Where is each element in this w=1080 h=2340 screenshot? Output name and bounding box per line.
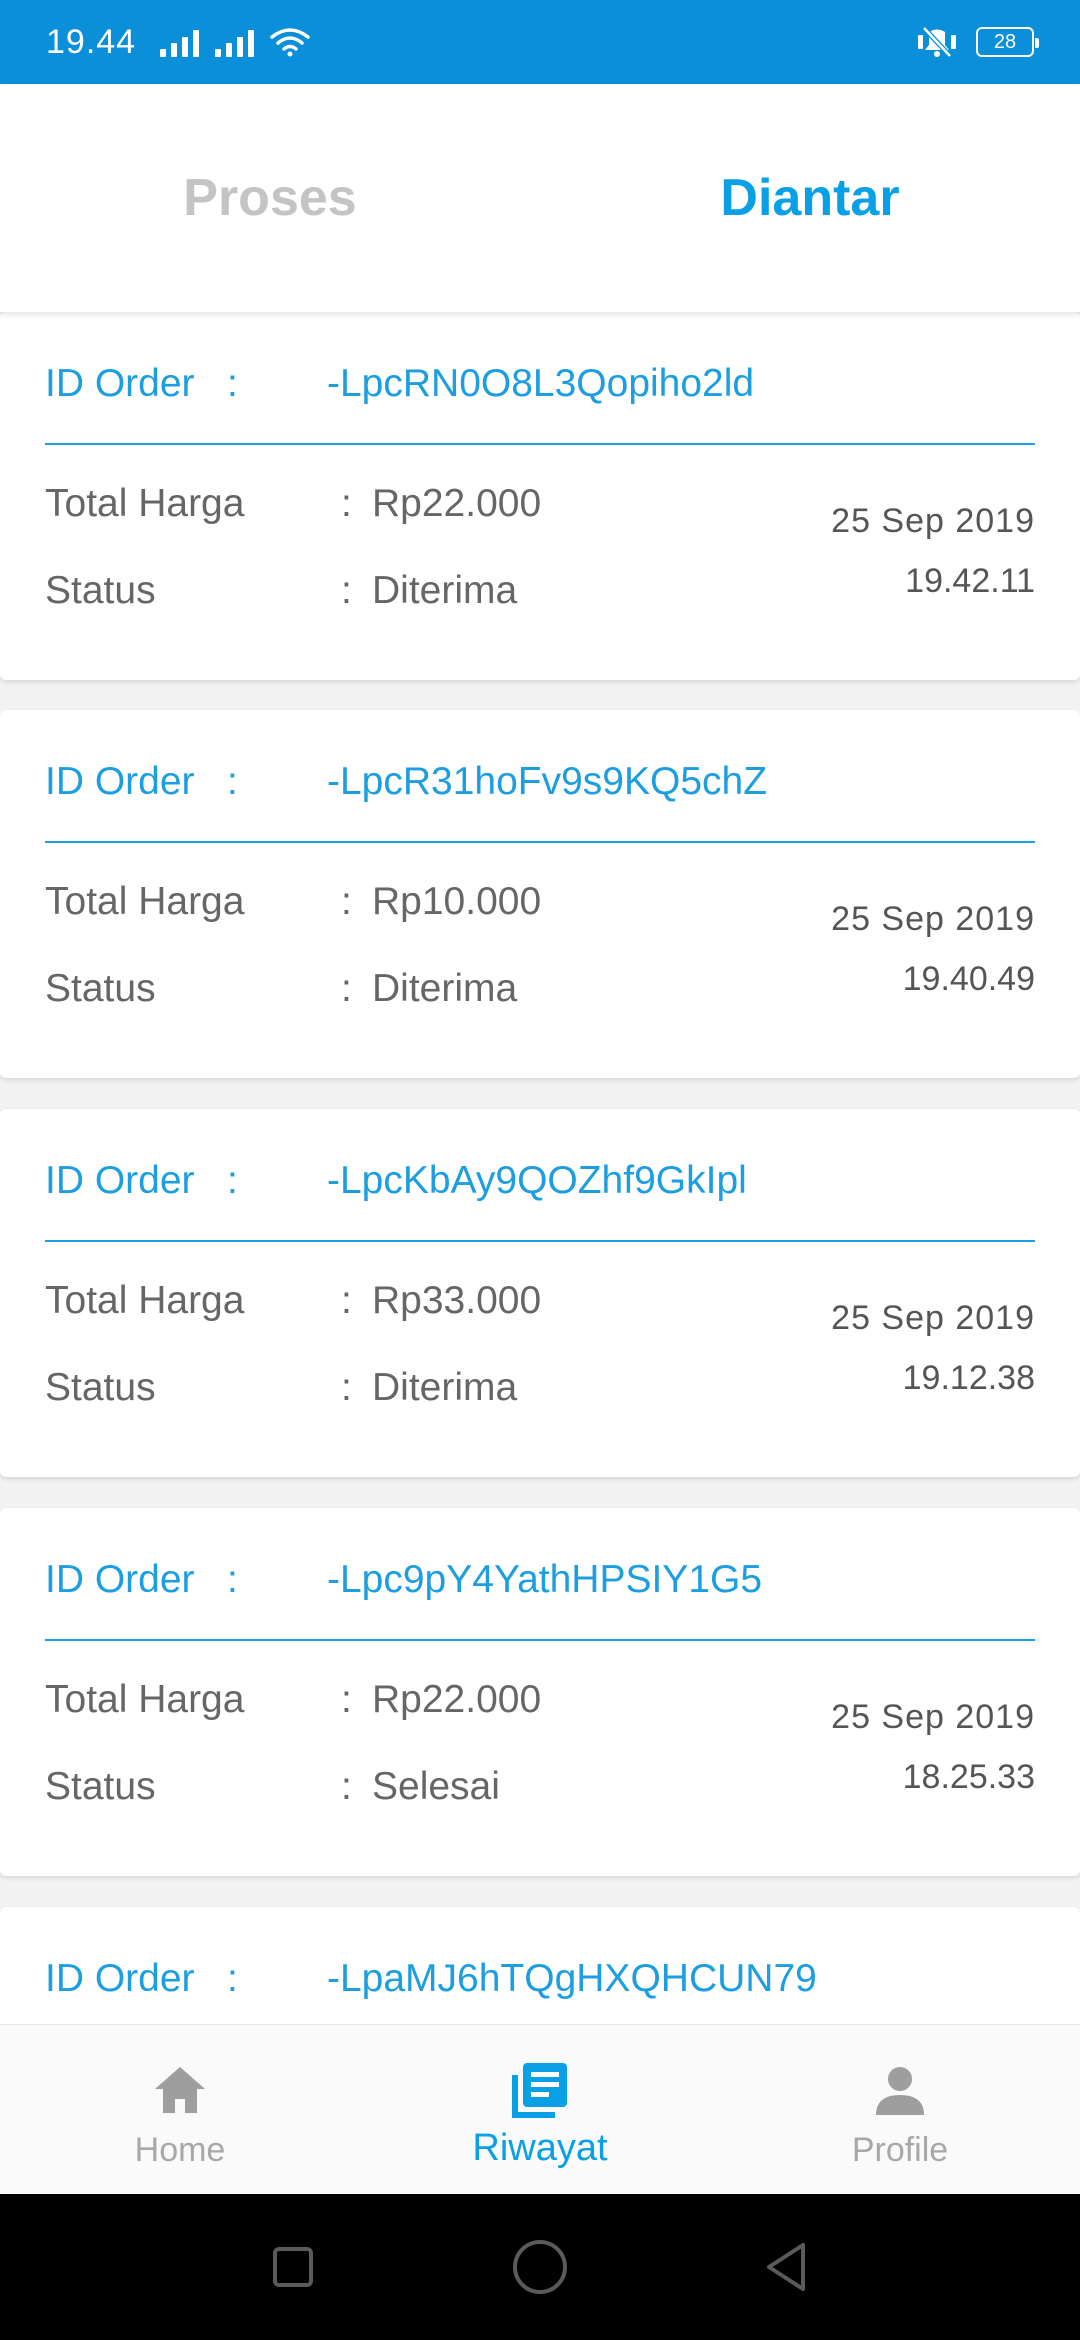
order-card[interactable]: ID Order : -LpaMJ6hTQgHXQHCUN79 xyxy=(0,1907,1080,2024)
order-id-label: ID Order : xyxy=(45,1957,238,2000)
status-label: Status xyxy=(45,569,156,612)
total-value: Rp10.000 xyxy=(372,880,542,923)
back-icon[interactable] xyxy=(757,2237,817,2297)
order-id-row: ID Order : -LpcRN0O8L3Qopiho2ld xyxy=(45,362,754,406)
order-id-value: -LpcR31hoFv9s9KQ5chZ xyxy=(327,760,768,803)
colon: : xyxy=(341,1765,352,1808)
status-label: Status xyxy=(45,1765,156,1808)
colon: : xyxy=(341,967,352,1010)
status-right: 28 xyxy=(916,25,1039,59)
bottom-nav: Home Riwayat Profile xyxy=(0,2024,1080,2194)
total-row: Total Harga : Rp10.000 xyxy=(45,880,541,924)
order-card[interactable]: ID Order : -LpcR31hoFv9s9KQ5chZ Total Ha… xyxy=(0,710,1080,1078)
total-value: Rp33.000 xyxy=(372,1279,542,1322)
colon: : xyxy=(341,1678,352,1721)
home-button-icon[interactable] xyxy=(510,2237,570,2297)
order-id-value: -Lpc9pY4YathHPSIY1G5 xyxy=(327,1558,763,1601)
status-row: Status : Diterima xyxy=(45,569,517,613)
total-label: Total Harga xyxy=(45,880,245,923)
nav-riwayat-label: Riwayat xyxy=(472,2127,608,2169)
signal-icon xyxy=(160,27,200,57)
colon: : xyxy=(341,1279,352,1322)
total-value: Rp22.000 xyxy=(372,482,542,525)
status-time: 19.44 xyxy=(46,22,137,61)
status-value: Diterima xyxy=(372,569,518,612)
order-card[interactable]: ID Order : -LpcRN0O8L3Qopiho2ld Total Ha… xyxy=(0,312,1080,680)
wifi-icon xyxy=(270,28,310,57)
status-value: Selesai xyxy=(372,1765,500,1808)
colon: : xyxy=(341,569,352,612)
order-id-label: ID Order : xyxy=(45,362,238,405)
colon: : xyxy=(341,880,352,923)
total-row: Total Harga : Rp33.000 xyxy=(45,1279,541,1323)
order-id-value: -LpcRN0O8L3Qopiho2ld xyxy=(327,362,755,405)
recents-icon[interactable] xyxy=(263,2237,323,2297)
mute-icon xyxy=(918,26,956,58)
status-row: Status : Diterima xyxy=(45,967,517,1011)
order-card[interactable]: ID Order : -LpcKbAy9QOZhf9GkIpl Total Ha… xyxy=(0,1109,1080,1477)
status-value: Diterima xyxy=(372,967,518,1010)
order-time: 19.42.11 xyxy=(905,562,1035,600)
card-divider xyxy=(45,841,1035,843)
battery-level: 28 xyxy=(993,30,1017,53)
status-bar: 19.44 28 xyxy=(0,0,1080,84)
order-time: 18.25.33 xyxy=(902,1758,1035,1796)
total-value: Rp22.000 xyxy=(372,1678,542,1721)
system-nav-bar xyxy=(0,2194,1080,2340)
order-date: 25 Sep 2019 xyxy=(831,1698,1035,1736)
order-id-label: ID Order : xyxy=(45,1159,238,1202)
total-label: Total Harga xyxy=(45,1678,245,1721)
nav-riwayat[interactable]: Riwayat xyxy=(360,2025,720,2194)
order-list[interactable]: ID Order : -LpcRN0O8L3Qopiho2ld Total Ha… xyxy=(0,312,1080,2024)
total-label: Total Harga xyxy=(45,482,245,525)
order-id-label: ID Order : xyxy=(45,1558,238,1601)
order-id-row: ID Order : -Lpc9pY4YathHPSIY1G5 xyxy=(45,1558,762,1602)
status-value: Diterima xyxy=(372,1366,518,1409)
nav-home[interactable]: Home xyxy=(0,2025,360,2194)
card-divider xyxy=(45,1639,1035,1641)
history-icon xyxy=(512,2063,567,2118)
total-label: Total Harga xyxy=(45,1279,245,1322)
status-label: Status xyxy=(45,967,156,1010)
card-divider xyxy=(45,1240,1035,1242)
total-row: Total Harga : Rp22.000 xyxy=(45,482,541,526)
order-card[interactable]: ID Order : -Lpc9pY4YathHPSIY1G5 Total Ha… xyxy=(0,1508,1080,1876)
status-row: Status : Diterima xyxy=(45,1366,517,1410)
status-row: Status : Selesai xyxy=(45,1765,500,1809)
nav-home-label: Home xyxy=(134,2131,226,2169)
order-id-value: -LpcKbAy9QOZhf9GkIpl xyxy=(327,1159,747,1202)
order-date: 25 Sep 2019 xyxy=(831,1299,1035,1337)
order-id-value: -LpaMJ6hTQgHXQHCUN79 xyxy=(327,1957,817,2000)
order-id-label: ID Order : xyxy=(45,760,238,803)
app-screen: 19.44 28 Proses Diantar ID Order: -LpcR… xyxy=(0,0,1080,2340)
order-id-row: ID Order : -LpcR31hoFv9s9KQ5chZ xyxy=(45,760,767,804)
total-row: Total Harga : Rp22.000 xyxy=(45,1678,541,1722)
nav-profile[interactable]: Profile xyxy=(720,2025,1080,2194)
card-divider xyxy=(45,443,1035,445)
order-id-row: ID Order : -LpcKbAy9QOZhf9GkIpl xyxy=(45,1159,747,1203)
home-icon xyxy=(155,2067,205,2113)
nav-profile-label: Profile xyxy=(851,2131,949,2169)
status-label: Status xyxy=(45,1366,156,1409)
order-id-row: ID Order : -LpaMJ6hTQgHXQHCUN79 xyxy=(45,1957,817,2001)
battery-icon: 28 xyxy=(976,27,1039,57)
colon: : xyxy=(341,1366,352,1409)
order-tabs: Proses Diantar xyxy=(0,84,1080,312)
tab-diantar[interactable]: Diantar xyxy=(540,84,1080,312)
tab-proses[interactable]: Proses xyxy=(0,84,540,312)
profile-icon xyxy=(876,2067,924,2115)
order-date: 25 Sep 2019 xyxy=(831,900,1035,938)
order-time: 19.12.38 xyxy=(902,1359,1035,1397)
signal-icon xyxy=(215,27,255,57)
order-date: 25 Sep 2019 xyxy=(831,502,1035,540)
colon: : xyxy=(341,482,352,525)
order-time: 19.40.49 xyxy=(902,960,1035,998)
